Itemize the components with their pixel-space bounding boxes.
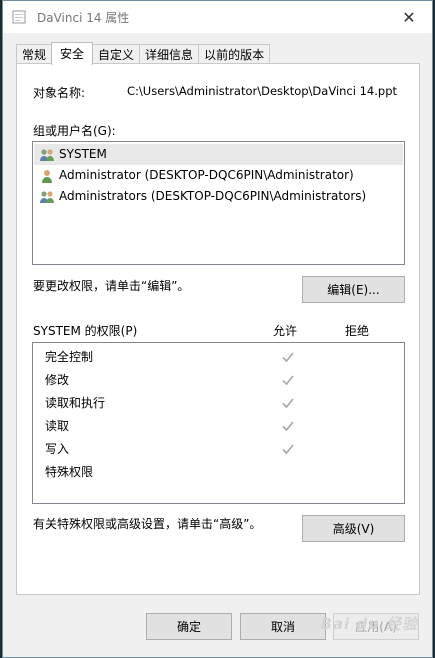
- advanced-hint: 有关特殊权限或高级设置，请单击“高级”。: [33, 517, 262, 531]
- permission-row: 完全控制: [45, 350, 94, 364]
- user-name: SYSTEM: [59, 147, 107, 161]
- user-name: Administrator (DESKTOP-DQC6PIN\Administr…: [59, 168, 354, 182]
- tab-details[interactable]: 详细信息: [139, 44, 200, 64]
- permissions-list: 完全控制修改读取和执行读取写入特殊权限: [32, 342, 405, 504]
- security-panel: 对象名称: C:\Users\Administrator\Desktop\DaV…: [16, 63, 420, 595]
- object-name-value: C:\Users\Administrator\Desktop\DaVinci 1…: [127, 84, 397, 98]
- tab-security[interactable]: 安全: [51, 42, 94, 65]
- close-icon: ✕: [402, 7, 416, 27]
- list-item-administrators[interactable]: Administrators (DESKTOP-DQC6PIN\Administ…: [34, 186, 366, 207]
- file-properties-icon: [12, 10, 26, 24]
- permission-row: 读取: [45, 419, 70, 433]
- properties-window: DaVinci 14 属性 ✕ 常规 安全 自定义 详细信息 以前的版本 对象名…: [2, 0, 433, 658]
- close-button[interactable]: ✕: [386, 1, 432, 33]
- permission-row: 读取和执行: [45, 396, 106, 410]
- ok-button[interactable]: 确定: [146, 613, 232, 640]
- cancel-button[interactable]: 取消: [240, 613, 326, 640]
- user-icon: [42, 169, 52, 183]
- tab-previous-versions[interactable]: 以前的版本: [198, 44, 271, 64]
- allow-column-header: 允许: [273, 324, 298, 338]
- edit-hint: 要更改权限，请单击“编辑”。: [33, 279, 190, 293]
- users-group-icon: [40, 190, 54, 203]
- check-icon: [282, 375, 294, 386]
- tab-custom[interactable]: 自定义: [92, 44, 141, 64]
- object-name-label: 对象名称:: [33, 86, 86, 100]
- user-name: Administrators (DESKTOP-DQC6PIN\Administ…: [59, 189, 367, 203]
- permissions-header: SYSTEM 的权限(P): [33, 324, 138, 338]
- permission-row: 修改: [45, 373, 70, 387]
- edit-button[interactable]: 编辑(E)...: [302, 276, 405, 303]
- window-title: DaVinci 14 属性: [37, 11, 130, 25]
- advanced-button[interactable]: 高级(V): [302, 515, 405, 542]
- users-group-icon: [40, 148, 54, 161]
- check-icon: [282, 398, 294, 409]
- tab-general[interactable]: 常规: [16, 44, 53, 64]
- watermark: Bai du 经验: [320, 615, 418, 633]
- list-item-administrator[interactable]: Administrator (DESKTOP-DQC6PIN\Administr…: [34, 165, 354, 186]
- permission-row: 特殊权限: [45, 465, 94, 479]
- tab-strip: 常规 安全 自定义 详细信息 以前的版本: [16, 42, 271, 65]
- groups-label: 组或用户名(G):: [33, 124, 116, 138]
- title-bar[interactable]: DaVinci 14 属性 ✕: [3, 1, 432, 33]
- check-icon: [282, 352, 294, 363]
- permission-row: 写入: [45, 442, 70, 456]
- deny-column-header: 拒绝: [345, 324, 370, 338]
- check-icon: [282, 421, 294, 432]
- list-item-system[interactable]: SYSTEM: [34, 144, 403, 165]
- check-icon: [282, 444, 294, 455]
- groups-list[interactable]: SYSTEM Administrator (DESKTOP-DQC6PIN\Ad…: [32, 141, 405, 265]
